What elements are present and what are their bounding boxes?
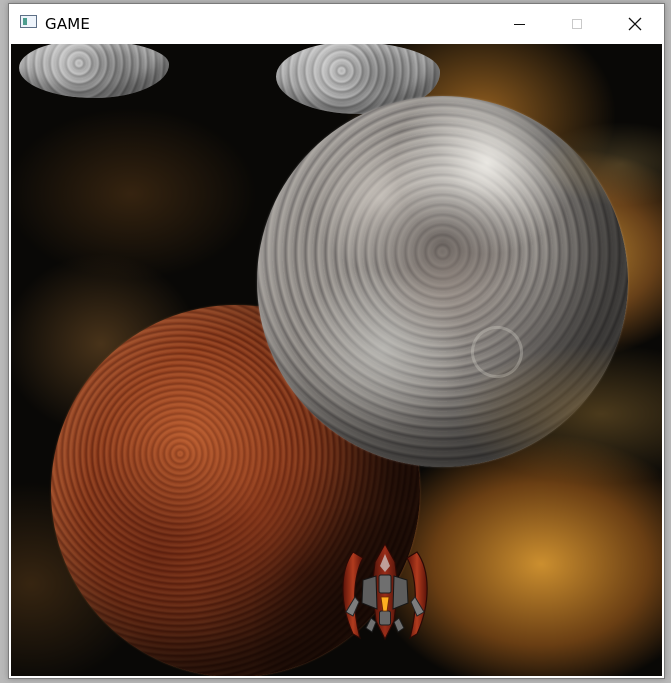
- app-window-icon: [20, 15, 37, 28]
- asteroid: [19, 44, 169, 98]
- player-ship[interactable]: [335, 542, 435, 645]
- window-title: GAME: [45, 15, 91, 33]
- game-viewport[interactable]: [11, 44, 662, 676]
- title-bar[interactable]: GAME: [9, 4, 664, 44]
- game-window: GAME: [8, 3, 665, 679]
- maximize-button[interactable]: [548, 4, 606, 44]
- minimize-icon: [513, 23, 525, 25]
- close-icon: [628, 17, 642, 31]
- close-button[interactable]: [606, 4, 664, 44]
- moon-planet: [257, 96, 628, 467]
- minimize-button[interactable]: [490, 4, 548, 44]
- maximize-icon: [572, 19, 582, 29]
